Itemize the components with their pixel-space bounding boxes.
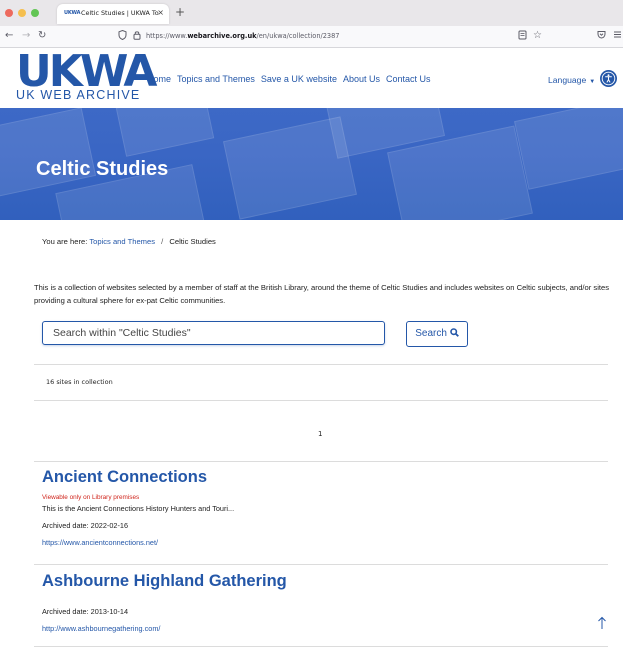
search-input[interactable] bbox=[42, 321, 385, 345]
result-summary: This is the Ancient Connections History … bbox=[42, 504, 235, 513]
banner-decoration bbox=[115, 108, 215, 157]
forward-button[interactable]: → bbox=[22, 30, 30, 41]
caret-down-icon: ▼ bbox=[589, 79, 596, 85]
collection-banner: Celtic Studies bbox=[0, 108, 623, 220]
ukwa-favicon-icon: UKWA bbox=[64, 10, 81, 16]
page-title: Celtic Studies bbox=[36, 158, 169, 180]
pagination-page-1[interactable]: 1 bbox=[318, 430, 322, 438]
divider bbox=[34, 400, 608, 401]
url-prefix: https://www. bbox=[146, 32, 188, 40]
reload-button[interactable]: ↻ bbox=[38, 30, 46, 41]
language-dropdown[interactable]: Language ▼ bbox=[548, 75, 595, 85]
breadcrumb-separator: / bbox=[161, 237, 164, 246]
result-item: Ancient Connections Viewable only on Lib… bbox=[42, 468, 234, 547]
divider bbox=[34, 564, 608, 565]
breadcrumb-prefix: You are here: bbox=[42, 237, 88, 246]
result-url-link[interactable]: http://www.ashbournegathering.com/ bbox=[42, 624, 287, 633]
nav-topics-and-themes[interactable]: Topics and Themes bbox=[177, 74, 255, 84]
new-tab-button[interactable]: + bbox=[175, 5, 185, 19]
shield-icon[interactable] bbox=[118, 29, 127, 43]
breadcrumb: You are here: Topics and Themes / Celtic… bbox=[42, 237, 216, 246]
nav-save-a-uk-website[interactable]: Save a UK website bbox=[261, 74, 337, 84]
banner-decoration bbox=[514, 108, 623, 190]
access-restriction-note: Viewable only on Library premises bbox=[42, 494, 140, 501]
tab-close-icon[interactable]: × bbox=[157, 8, 164, 17]
logo-subtitle: UK WEB ARCHIVE bbox=[16, 88, 141, 102]
search-icon bbox=[449, 328, 459, 339]
nav-about-us[interactable]: About Us bbox=[343, 74, 380, 84]
search-button-label: Search bbox=[415, 328, 447, 339]
breadcrumb-link-topics[interactable]: Topics and Themes bbox=[89, 237, 155, 246]
url-domain: webarchive.org.uk bbox=[187, 32, 257, 40]
collection-count: 16 sites in collection bbox=[46, 378, 113, 386]
breadcrumb-current: Celtic Studies bbox=[169, 237, 216, 246]
archived-date: Archived date: 2013-10-14 bbox=[42, 607, 128, 616]
site-header: UKWA UK WEB ARCHIVE Home Topics and Them… bbox=[0, 48, 623, 108]
result-item: Ashbourne Highland Gathering Archived da… bbox=[42, 572, 287, 633]
main-navigation: Home Topics and Themes Save a UK website… bbox=[147, 74, 437, 84]
banner-decoration bbox=[0, 108, 97, 199]
result-url-link[interactable]: https://www.ancientconnections.net/ bbox=[42, 538, 234, 547]
tab-title: Celtic Studies | UKWA Topics an bbox=[81, 9, 159, 17]
divider bbox=[34, 364, 608, 365]
window-close-button[interactable] bbox=[5, 9, 13, 17]
divider bbox=[34, 646, 608, 647]
menu-icon[interactable] bbox=[613, 30, 622, 42]
pocket-icon[interactable] bbox=[597, 30, 606, 42]
browser-tab[interactable]: UKWA Celtic Studies | UKWA Topics an × bbox=[57, 4, 169, 24]
divider bbox=[34, 461, 608, 462]
url-bar[interactable]: https://www.webarchive.org.uk/en/ukwa/co… bbox=[146, 32, 340, 40]
collection-description: This is a collection of websites selecte… bbox=[34, 283, 610, 305]
reader-view-icon[interactable] bbox=[518, 30, 527, 43]
window-minimize-button[interactable] bbox=[18, 9, 26, 17]
language-label: Language bbox=[548, 75, 587, 85]
url-path: /en/ukwa/collection/2387 bbox=[256, 32, 340, 40]
window-zoom-button[interactable] bbox=[31, 9, 39, 17]
browser-tab-bar: UKWA Celtic Studies | UKWA Topics an × + bbox=[0, 0, 623, 26]
result-title-link[interactable]: Ancient Connections bbox=[42, 468, 234, 487]
browser-toolbar: ← → ↻ https://www.webarchive.org.uk/en/u… bbox=[0, 26, 623, 48]
back-button[interactable]: ← bbox=[5, 30, 13, 41]
result-title-link[interactable]: Ashbourne Highland Gathering bbox=[42, 572, 287, 591]
arrow-up-icon[interactable] bbox=[597, 616, 607, 634]
nav-contact-us[interactable]: Contact Us bbox=[386, 74, 431, 84]
nav-home[interactable]: Home bbox=[147, 74, 171, 84]
lock-icon[interactable] bbox=[133, 30, 141, 43]
accessibility-icon[interactable] bbox=[600, 70, 617, 87]
bookmark-star-icon[interactable]: ☆ bbox=[533, 30, 542, 41]
archived-date: Archived date: 2022-02-16 bbox=[42, 521, 128, 530]
search-button[interactable]: Search bbox=[406, 321, 468, 347]
